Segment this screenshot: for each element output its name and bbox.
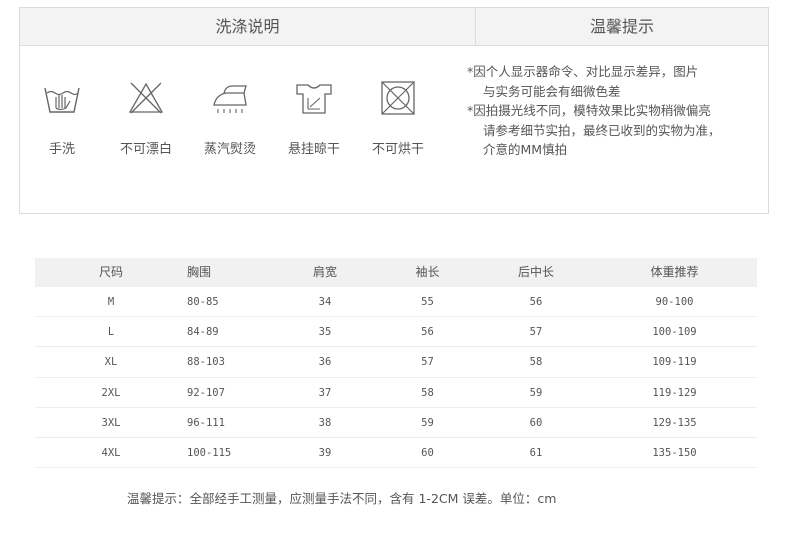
table-cell: 135-150: [652, 446, 697, 459]
tip-line: 介意的MM慎拍: [483, 142, 568, 157]
table-cell: 39: [318, 446, 332, 459]
table-cell: 92-107: [187, 386, 225, 399]
header-cell: 肩宽: [312, 265, 337, 279]
tips-body: *因个人显示器命令、对比显示差异，图片 与实务可能会有细微色差 *因拍摄光线不同…: [467, 62, 757, 160]
table-row: 2XL 92-107 37 58 59 119-129: [35, 378, 757, 408]
care-label: 悬挂晾干: [287, 142, 340, 157]
table-cell: 119-129: [652, 386, 697, 399]
washing-title: 洗涤说明: [20, 8, 476, 46]
table-cell: 2XL: [101, 386, 121, 399]
table-cell: L: [107, 326, 115, 339]
table-cell: 60: [529, 416, 543, 429]
table-row: 4XL 100-115 39 60 61 135-150: [35, 438, 757, 469]
table-cell: 100-115: [187, 446, 232, 459]
table-cell: 58: [529, 356, 543, 369]
table-cell: XL: [104, 356, 118, 369]
header-cell: 尺码: [98, 265, 123, 279]
table-row: M 80-85 34 55 56 90-100: [35, 287, 757, 318]
care-item-hang-dry: 悬挂晾干: [272, 78, 356, 168]
table-row: XL 88-103 36 57 58 109-119: [35, 347, 757, 378]
table-cell: M: [107, 296, 115, 308]
tip-line: *因个人显示器命令、对比显示差异，图片: [467, 64, 699, 79]
table-cell: 4XL: [101, 446, 121, 459]
care-item-no-tumble-dry: 不可烘干: [356, 78, 440, 168]
care-label: 不可漂白: [119, 142, 172, 157]
no-tumble-dry-icon: [381, 81, 415, 115]
header-cell: 体重推荐: [650, 265, 699, 279]
table-cell: 34: [318, 296, 332, 308]
tip-line: 请参考细节实拍，最终已收到的实物为准，: [483, 122, 721, 138]
table-cell: 129-135: [652, 416, 697, 429]
size-table: 尺码 胸围 肩宽 袖长 后中长 体重推荐 M 80-85 34 55 56 90…: [35, 258, 757, 469]
care-icons-row: 手洗 不可漂白 蒸汽熨烫 悬挂晾干 不可烘干: [20, 78, 440, 168]
table-cell: 35: [318, 326, 332, 339]
table-cell: 57: [421, 356, 434, 369]
table-cell: 59: [421, 416, 434, 429]
table-cell: 57: [529, 326, 543, 339]
measurement-note: 温馨提示：全部经手工测量，应测量手法不同，含有 1-2CM 误差。单位：cm: [127, 491, 557, 506]
table-cell: 61: [529, 446, 543, 459]
table-cell: 96-111: [187, 416, 225, 429]
table-cell: 56: [529, 296, 543, 308]
table-cell: 80-85: [187, 296, 219, 308]
tip-line: *因拍摄光线不同，模特效果比实物稍微偏亮: [467, 103, 711, 118]
steam-iron-icon: [213, 85, 247, 113]
care-label: 不可烘干: [371, 142, 424, 157]
tips-title: 温馨提示: [476, 8, 768, 46]
care-label: 手洗: [48, 142, 75, 157]
size-table-header: 尺码 胸围 肩宽 袖长 后中长 体重推荐: [35, 258, 757, 287]
table-cell: 38: [318, 416, 332, 429]
table-cell: 3XL: [101, 416, 121, 429]
table-cell: 88-103: [187, 356, 225, 369]
table-row: L 84-89 35 56 57 100-109: [35, 317, 757, 348]
care-item-hand-wash: 手洗: [20, 78, 104, 168]
table-cell: 90-100: [655, 296, 694, 308]
care-item-no-bleach: 不可漂白: [104, 78, 188, 168]
table-cell: 84-89: [187, 326, 219, 339]
table-cell: 37: [318, 386, 332, 399]
header-cell: 袖长: [415, 265, 440, 279]
care-item-steam-iron: 蒸汽熨烫: [188, 78, 272, 168]
table-cell: 36: [318, 356, 332, 369]
table-row: 3XL 96-111 38 59 60 129-135: [35, 408, 757, 438]
tip-line: 与实务可能会有细微色差: [483, 83, 621, 99]
table-cell: 100-109: [652, 326, 697, 339]
header-cell: 胸围: [187, 265, 212, 279]
hand-wash-icon: [44, 87, 80, 113]
table-cell: 60: [421, 446, 434, 459]
no-bleach-icon: [128, 82, 164, 114]
table-cell: 58: [421, 386, 434, 399]
table-cell: 59: [529, 386, 543, 399]
table-cell: 55: [421, 296, 434, 308]
table-cell: 56: [421, 326, 434, 339]
header-cell: 后中长: [517, 265, 554, 279]
table-cell: 109-119: [652, 356, 697, 369]
care-label: 蒸汽熨烫: [203, 142, 256, 157]
hang-dry-icon: [296, 84, 332, 114]
